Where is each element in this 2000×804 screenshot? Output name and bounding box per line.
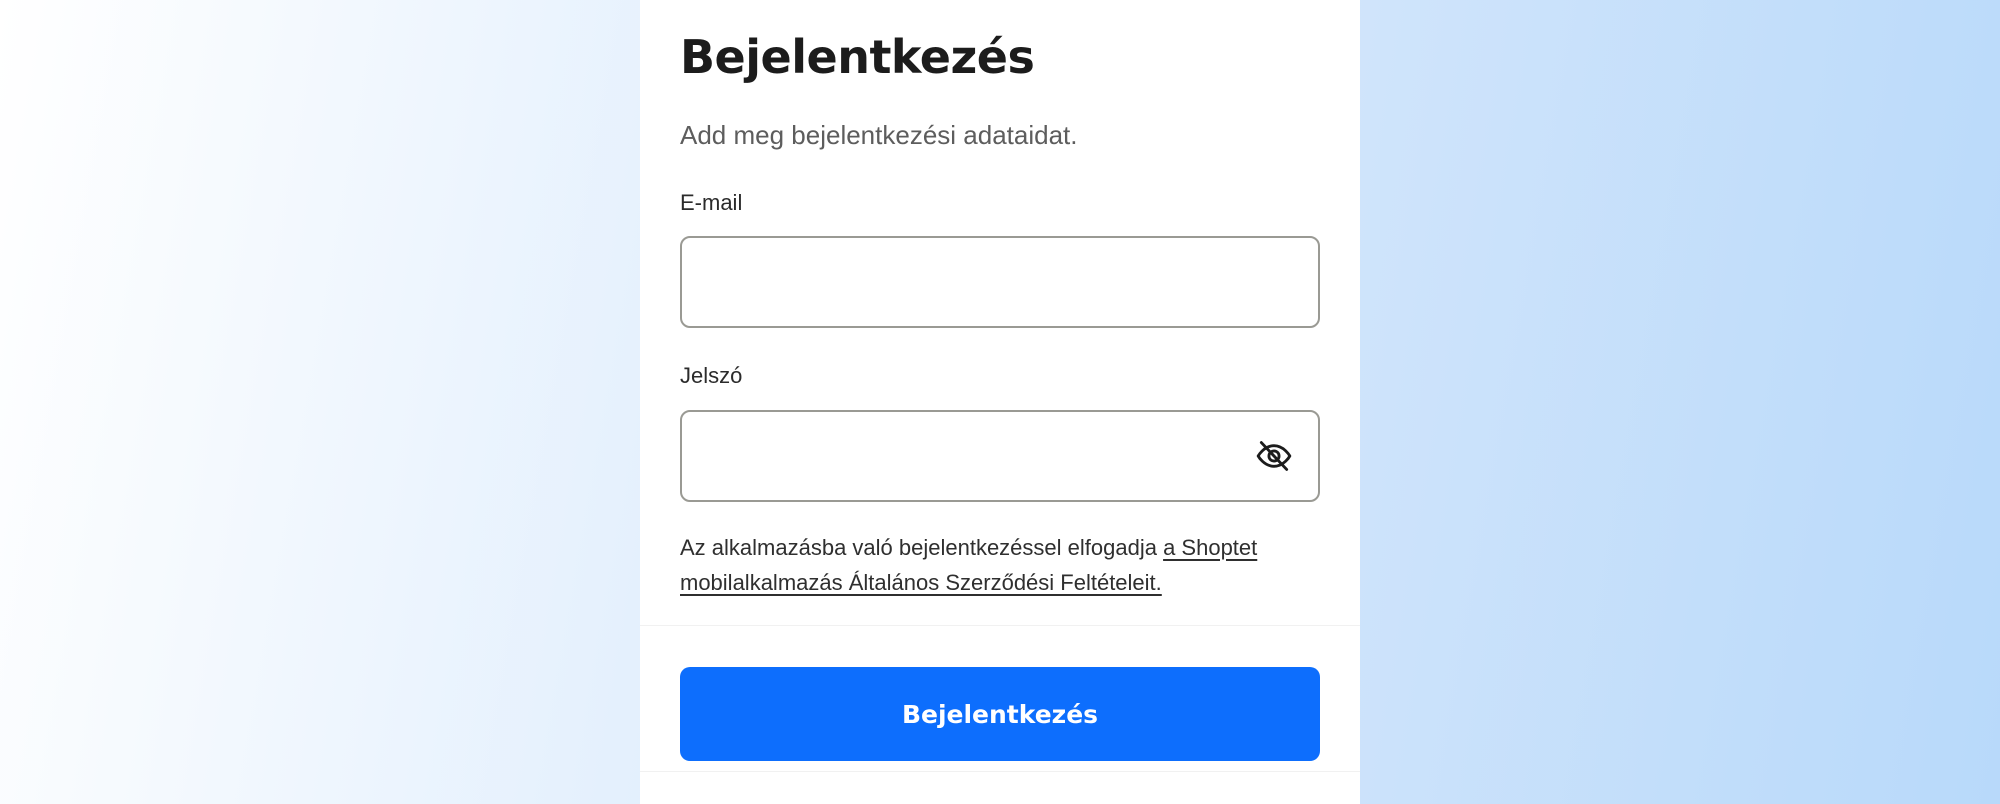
eye-off-icon[interactable] [1254,436,1294,476]
password-label: Jelszó [680,363,743,388]
terms-text: Az alkalmazásba való bejelentkezéssel el… [680,535,1164,560]
page-title: Bejelentkezés [680,30,1035,84]
login-button[interactable]: Bejelentkezés [680,667,1320,761]
password-field[interactable] [680,410,1320,502]
terms-notice: Az alkalmazásba való bejelentkezéssel el… [680,530,1325,600]
divider [640,625,1360,626]
divider [640,771,1360,772]
email-label: E-mail [680,190,743,215]
email-field[interactable] [680,236,1320,328]
page-subtitle: Add meg bejelentkezési adataidat. [680,120,1078,150]
